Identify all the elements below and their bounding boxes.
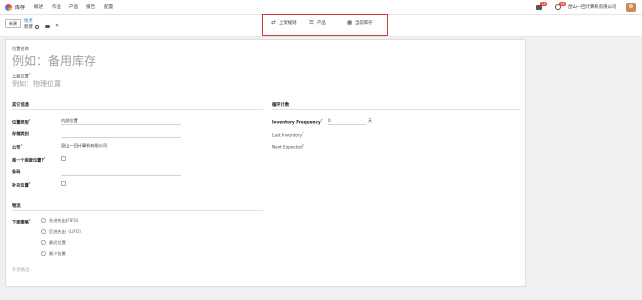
section-divider	[12, 109, 263, 110]
breadcrumb-current: 新建	[24, 25, 33, 30]
form-sheet: 位置名称 例如：备用库存 上级位置? 例如：物理位置 其它信息 位置类型? 内部…	[5, 39, 526, 287]
section-divider	[272, 109, 520, 110]
removal-option-radio[interactable]	[41, 240, 46, 245]
scrap-location-checkbox[interactable]	[61, 156, 66, 161]
top-navbar: 库存 概述 作业 产品 报告 配置 25 40 昆山一回计算机有限公司	[0, 0, 642, 15]
inventory-frequency-input[interactable]: 0	[328, 118, 331, 123]
current-stock-button[interactable]: ▦ 当前库存	[347, 20, 373, 26]
gear-icon[interactable]	[35, 24, 39, 29]
new-button[interactable]: 新建	[5, 19, 21, 28]
current-stock-label: 当前库存	[355, 21, 373, 26]
activity-badge: 40	[559, 2, 567, 6]
products-button[interactable]: ☰ 产品	[309, 20, 326, 26]
location-type-label: 位置类型?	[12, 118, 31, 125]
save-cloud-icon[interactable]	[45, 25, 50, 28]
cyclic-counting-section-title: 循环计数	[272, 103, 290, 108]
app-logo-icon[interactable]	[5, 4, 12, 11]
logistics-section-title: 物流	[12, 204, 21, 209]
company-switcher[interactable]: 昆山一回计算机有限公司	[568, 4, 616, 10]
putaway-rules-label: 上架规则	[279, 21, 297, 26]
storage-category-input[interactable]	[61, 137, 181, 138]
menu-reporting[interactable]: 报告	[86, 4, 95, 10]
inventory-frequency-unit: 天	[368, 118, 373, 123]
list-icon: ☰	[309, 20, 314, 26]
removal-option-radio[interactable]	[41, 218, 46, 223]
section-divider	[12, 210, 263, 211]
putaway-rules-button[interactable]: ⇄ 上架规则	[271, 20, 297, 26]
shuffle-icon: ⇄	[271, 20, 276, 26]
replenish-location-checkbox[interactable]	[61, 181, 66, 186]
location-name-input[interactable]: 例如：备用库存	[12, 52, 96, 69]
removal-option-radio[interactable]	[41, 229, 46, 234]
products-label: 产品	[317, 21, 326, 26]
inventory-frequency-underline	[328, 124, 366, 125]
company-select[interactable]: 昆山一回计算机有限公司	[61, 143, 107, 149]
inventory-frequency-label: Inventory Frequency?	[272, 118, 323, 125]
smart-buttons-box: ⇄ 上架规则 ☰ 产品 ▦ 当前库存	[262, 14, 388, 36]
discard-close-icon[interactable]: ✕	[55, 23, 59, 29]
replenish-location-label: 补充位置?	[12, 181, 31, 188]
external-notes-input[interactable]: 外部备注...	[12, 267, 34, 273]
menu-products[interactable]: 产品	[69, 4, 78, 10]
removal-strategy-label: 下架策略?	[12, 218, 31, 225]
barcode-label: 条码	[12, 169, 21, 174]
menu-overview[interactable]: 概述	[34, 4, 43, 10]
parent-location-input[interactable]: 例如：物理位置	[12, 79, 61, 89]
next-expected-label: Next Expected?	[272, 143, 305, 150]
barcode-input[interactable]	[61, 175, 181, 176]
menu-configuration[interactable]: 配置	[104, 4, 113, 10]
company-label: 公司?	[12, 143, 23, 150]
removal-option-least-packages[interactable]: 最少包裹	[49, 251, 66, 257]
app-name[interactable]: 库存	[15, 4, 25, 11]
removal-option-closest[interactable]: 最近位置	[49, 240, 66, 246]
storage-category-label: 存储类别	[12, 131, 29, 136]
boxes-icon: ▦	[347, 20, 353, 26]
removal-option-radio[interactable]	[41, 251, 46, 256]
other-info-section-title: 其它信息	[12, 103, 30, 108]
location-type-underline	[61, 124, 181, 125]
chat-badge: 25	[540, 2, 548, 6]
removal-option-lifo[interactable]: 后进先出（LIFO）	[49, 229, 83, 235]
last-inventory-label: Last Inventory?	[272, 131, 304, 138]
menu-operations[interactable]: 作业	[52, 4, 61, 10]
removal-option-fifo[interactable]: 先进先出(FIFO)	[49, 218, 78, 224]
avatar[interactable]	[626, 3, 636, 12]
scrap-location-label: 是一个报废位置??	[12, 156, 46, 163]
